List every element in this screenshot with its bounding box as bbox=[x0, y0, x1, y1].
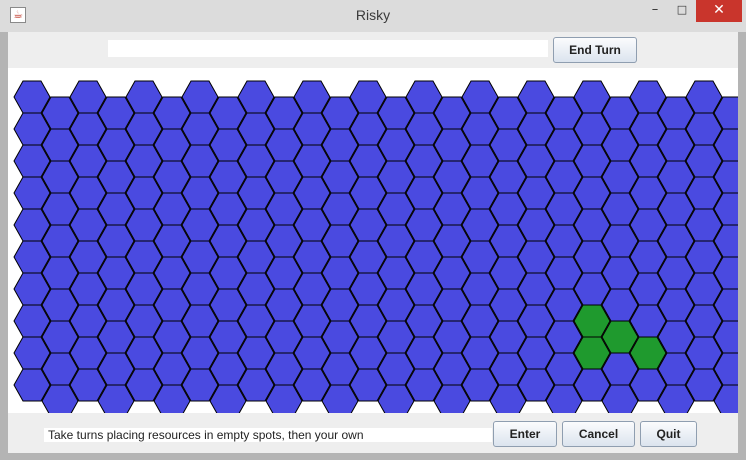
cancel-button[interactable]: Cancel bbox=[562, 421, 635, 447]
close-button[interactable]: ✕ bbox=[696, 0, 742, 22]
minimize-button[interactable]: – bbox=[640, 0, 670, 22]
window-content: End Turn Take turns placing resources in… bbox=[8, 32, 738, 453]
enter-button[interactable]: Enter bbox=[493, 421, 557, 447]
maximize-button[interactable]: □ bbox=[668, 0, 696, 22]
hex-grid[interactable] bbox=[8, 68, 738, 413]
window-title: Risky bbox=[355, 7, 391, 23]
title-bar: ☕ Risky – □ ✕ bbox=[0, 0, 746, 32]
status-message: Take turns placing resources in empty sp… bbox=[44, 428, 492, 442]
command-input[interactable] bbox=[108, 40, 548, 57]
hex-board[interactable] bbox=[8, 68, 738, 413]
quit-button[interactable]: Quit bbox=[640, 421, 697, 447]
end-turn-button[interactable]: End Turn bbox=[553, 37, 637, 63]
